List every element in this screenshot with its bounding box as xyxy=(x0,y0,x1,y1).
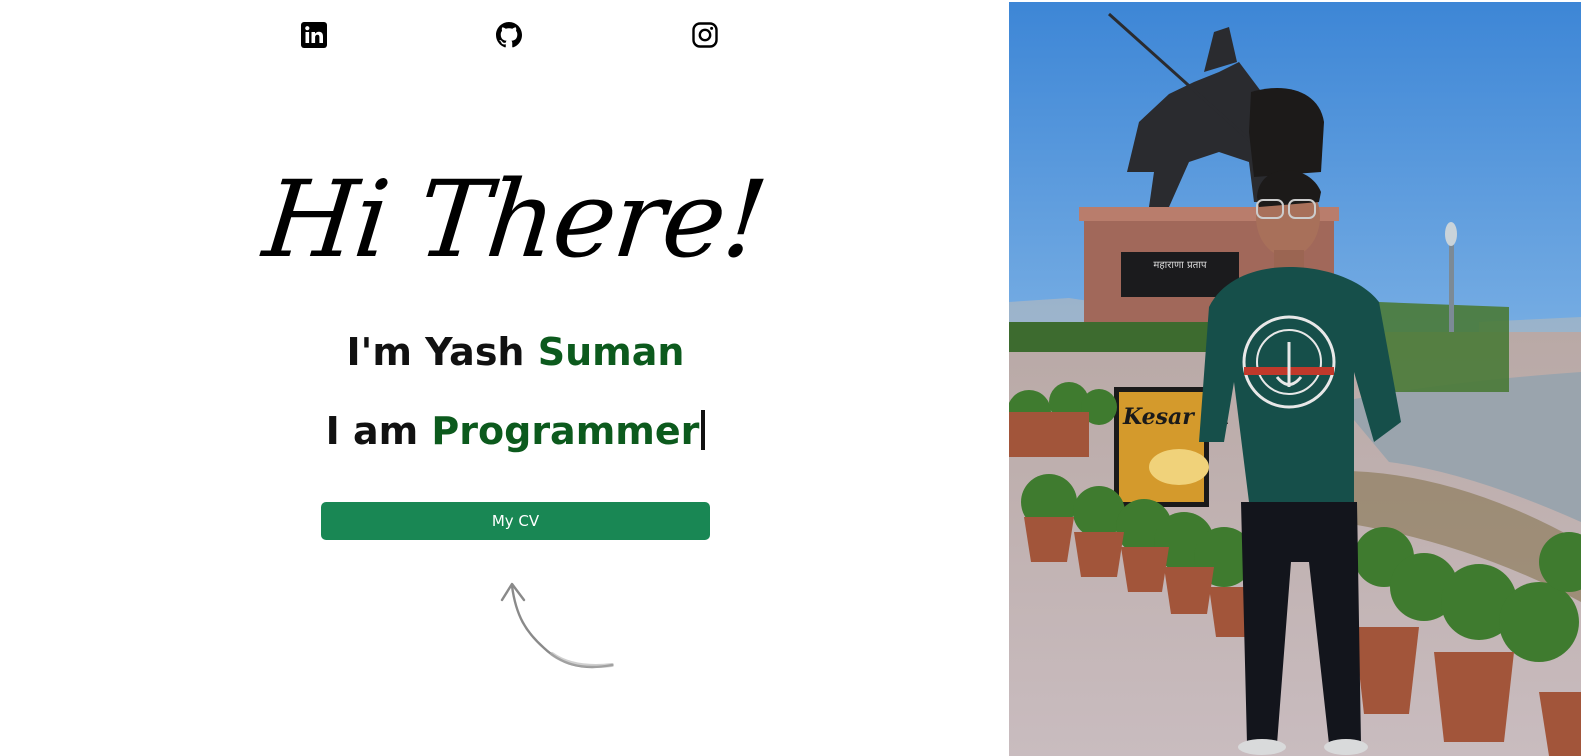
portfolio-page: Hi There! I'm Yash Suman I am Programmer… xyxy=(0,0,1581,756)
plaque-text: महाराणा प्रताप xyxy=(1153,260,1207,271)
typing-cursor xyxy=(701,410,706,450)
intro-prefix: I'm Yash xyxy=(346,330,538,374)
github-icon xyxy=(496,22,522,48)
role-typed-text: Programmer xyxy=(431,409,700,453)
intro-line: I'm Yash Suman xyxy=(0,330,1031,374)
profile-photo: महाराणा प्रताप Kesar Ta xyxy=(1009,2,1581,756)
role-line: I am Programmer xyxy=(0,409,1031,453)
instagram-link[interactable] xyxy=(691,21,719,49)
greeting-heading: Hi There! xyxy=(258,158,771,281)
intro-highlight: Suman xyxy=(537,330,685,374)
role-prefix: I am xyxy=(325,409,432,453)
github-link[interactable] xyxy=(495,21,523,49)
my-cv-button[interactable]: My CV xyxy=(321,502,710,540)
linkedin-link[interactable] xyxy=(300,21,328,49)
curved-arrow-icon xyxy=(500,578,620,677)
linkedin-icon xyxy=(301,22,327,48)
instagram-icon xyxy=(692,22,718,48)
hero-section: Hi There! I'm Yash Suman I am Programmer… xyxy=(0,0,1009,756)
